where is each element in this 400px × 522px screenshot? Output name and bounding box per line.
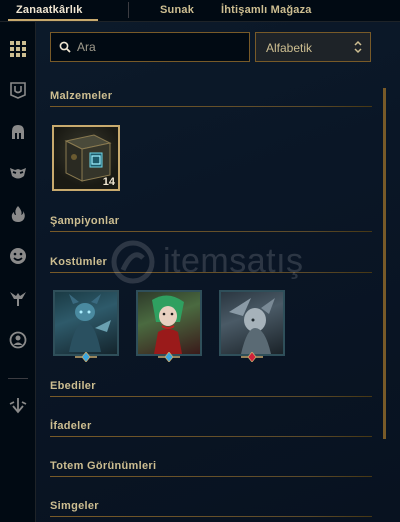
- section-title: Şampiyonlar: [50, 215, 120, 227]
- tab-divider: [128, 2, 129, 18]
- skin-art: [69, 294, 111, 352]
- section-divider: [50, 516, 372, 517]
- ward-icon[interactable]: [7, 287, 29, 309]
- section-title: İfadeler: [50, 420, 92, 432]
- section-champions: Şampiyonlar: [50, 215, 372, 232]
- search-icon: [59, 41, 71, 53]
- section-title: Simgeler: [50, 500, 99, 512]
- grid-icon[interactable]: [7, 38, 29, 60]
- section-title: Kostümler: [50, 256, 108, 268]
- tab-altar[interactable]: Sunak: [160, 4, 194, 16]
- dropdown-arrows-icon: [354, 40, 362, 54]
- category-sidebar: [0, 22, 36, 522]
- section-title: Ebediler: [50, 380, 96, 392]
- section-divider: [50, 106, 372, 107]
- blue-gem-icon: [158, 352, 180, 362]
- sidebar-divider: [8, 378, 28, 379]
- arrow-down-icon[interactable]: [7, 394, 29, 416]
- red-gem-icon: [241, 352, 263, 362]
- flame-icon[interactable]: [7, 203, 29, 225]
- sort-selected-value: Alfabetik: [266, 41, 313, 55]
- helmet-icon[interactable]: [7, 121, 29, 143]
- skin-art: [152, 295, 184, 354]
- section-divider: [50, 476, 372, 477]
- top-tab-bar: Zanaatkârlık Sunak İhtişamlı Mağaza: [0, 0, 400, 22]
- section-title: Malzemeler: [50, 90, 113, 102]
- hextech-chest-item[interactable]: 14: [52, 125, 120, 191]
- section-divider: [50, 272, 372, 273]
- tab-crafting[interactable]: Zanaatkârlık: [16, 4, 83, 16]
- skin-art: [229, 298, 275, 354]
- active-tab-indicator: [8, 19, 98, 21]
- skin-shard-item[interactable]: [53, 290, 119, 356]
- section-icons: Simgeler: [50, 500, 372, 517]
- section-divider: [50, 231, 372, 232]
- mask-icon[interactable]: [7, 162, 29, 184]
- section-emotes: İfadeler: [50, 420, 372, 437]
- sort-dropdown[interactable]: Alfabetik: [255, 32, 371, 62]
- search-box: [50, 32, 250, 62]
- loot-icon[interactable]: [7, 79, 29, 101]
- section-ward-skins: Totem Görünümleri: [50, 460, 372, 477]
- skin-shard-item[interactable]: [136, 290, 202, 356]
- section-title: Totem Görünümleri: [50, 460, 157, 472]
- search-input[interactable]: [77, 38, 245, 56]
- tab-prestige-shop[interactable]: İhtişamlı Mağaza: [221, 4, 312, 16]
- section-materials: Malzemeler: [50, 90, 372, 107]
- profile-icon[interactable]: [7, 329, 29, 351]
- scrollbar[interactable]: [383, 88, 386, 439]
- section-skins: Kostümler: [50, 256, 372, 273]
- blue-gem-icon: [75, 352, 97, 362]
- skin-shard-item[interactable]: [219, 290, 285, 356]
- item-count: 14: [102, 176, 115, 188]
- emote-icon[interactable]: [7, 245, 29, 267]
- section-divider: [50, 436, 372, 437]
- section-eternals: Ebediler: [50, 380, 372, 397]
- section-divider: [50, 396, 372, 397]
- loot-panel: Alfabetik Malzemeler 14 Şampiyonlar Kost…: [36, 22, 400, 522]
